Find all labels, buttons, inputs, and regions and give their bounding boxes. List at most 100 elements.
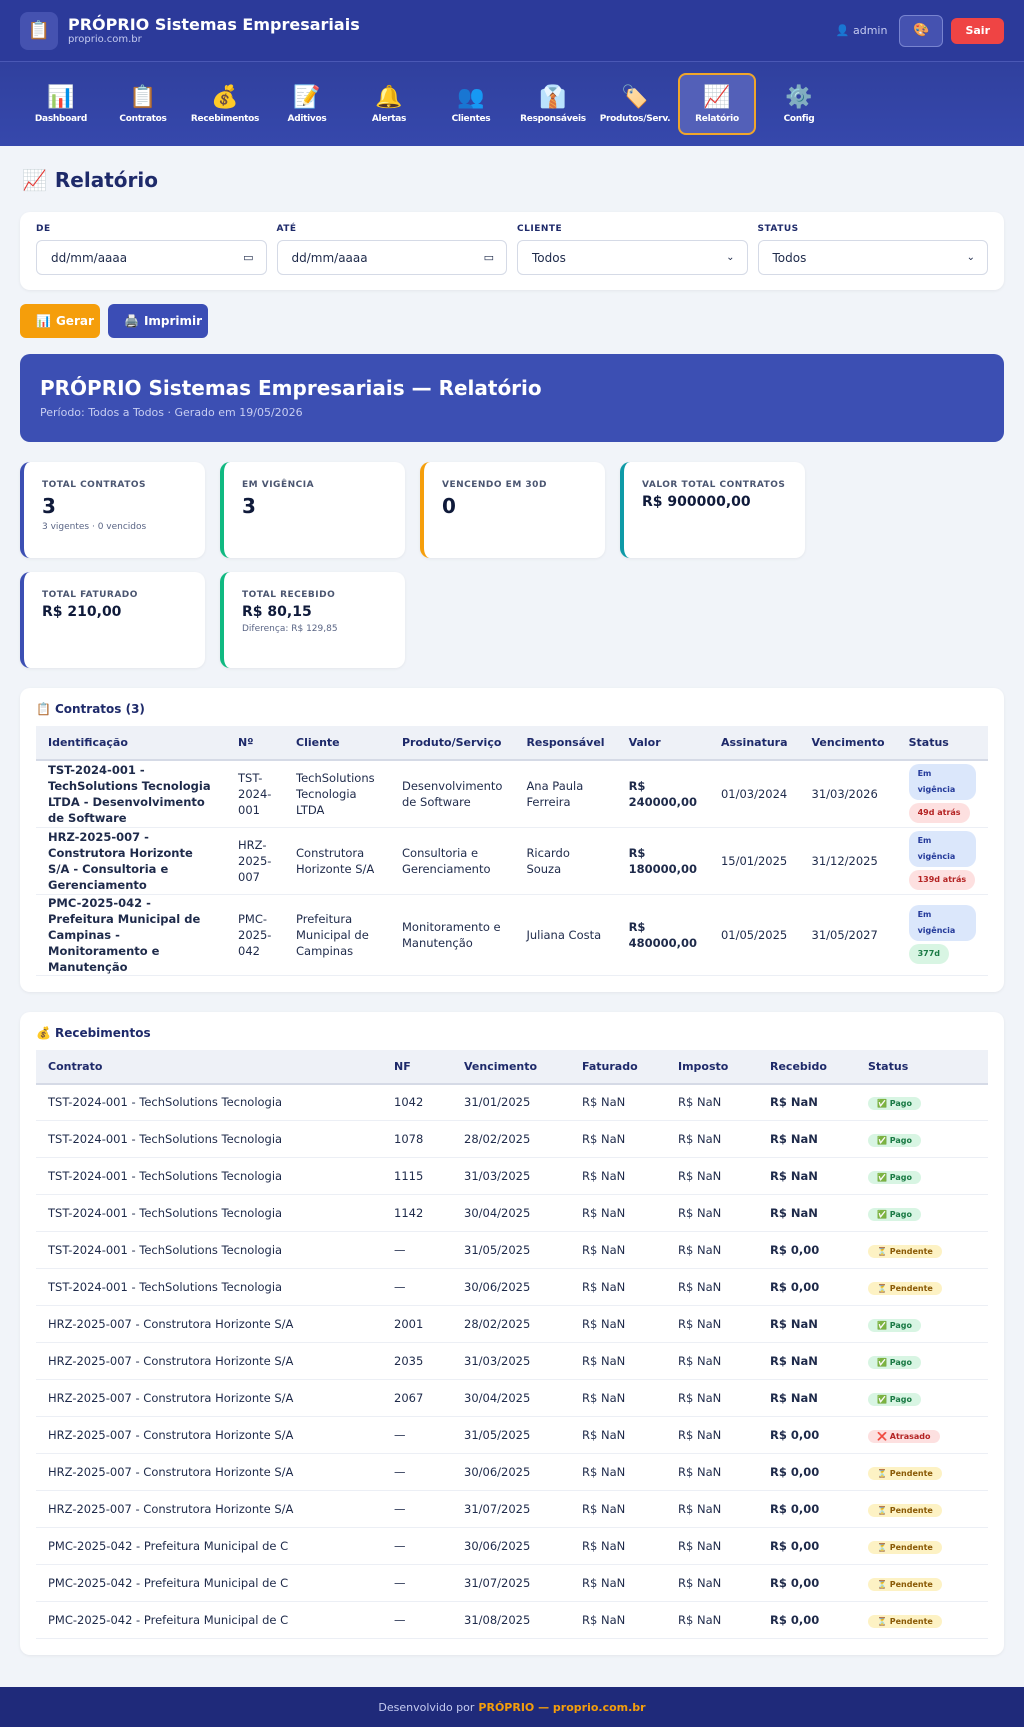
status-badge: ✅ Pago (868, 1096, 922, 1110)
receipt-venc-cell: 31/08/2025 (452, 1601, 570, 1639)
contracts-col-header[interactable]: Assinatura (708, 726, 800, 761)
nav-item-label: Config (783, 114, 815, 124)
nav-item-clientes[interactable]: 👥 Clientes (430, 73, 512, 135)
receipt-imp-cell: R$ NaN (666, 1157, 758, 1195)
receipt-imp-cell: R$ NaN (666, 1120, 758, 1158)
generate-button[interactable]: 📊 Gerar (20, 304, 100, 338)
receipt-venc-cell: 31/05/2025 (452, 1416, 570, 1454)
receipt-fat-cell: R$ NaN (570, 1601, 666, 1639)
status-badge: ⏳ Pendente (868, 1503, 942, 1517)
nav-item-relatorio[interactable]: 📈 Relatório (678, 73, 756, 135)
receipt-venc-cell: 30/04/2025 (452, 1379, 570, 1417)
main-nav: 📊 Dashboard 📋 Contratos 💰 Recebimentos 📝 Aditiv… (0, 62, 1024, 146)
clientes-icon: 👥 (457, 85, 485, 110)
contract-produto-cell: Consultoria e Gerenciamento (390, 827, 515, 895)
receipt-imp-cell: R$ NaN (666, 1490, 758, 1528)
receipt-nf-cell: — (382, 1231, 452, 1269)
receipts-col-header[interactable]: Contrato (36, 1049, 382, 1085)
receipts-col-header[interactable]: Faturado (570, 1049, 666, 1085)
table-row[interactable]: PMC-2025-042 - Prefeitura Municipal de C… (36, 1601, 988, 1639)
logout-button[interactable]: Sair (951, 17, 1004, 44)
contracts-col-header[interactable]: Nº (226, 726, 284, 761)
filter-ate-label: ATÉ (276, 224, 297, 234)
receipt-contrato-cell: HRZ-2025-007 - Construtora Horizonte S/A (36, 1305, 382, 1343)
table-row[interactable]: HRZ-2025-007 - Construtora Horizonte S/A… (36, 1490, 988, 1528)
status-badge: ⏳ Pendente (868, 1540, 942, 1554)
contracts-col-header[interactable]: Cliente (284, 726, 390, 761)
contracts-col-header[interactable]: Valor (616, 726, 709, 761)
calendar-icon[interactable]: ▭ (243, 251, 253, 264)
kpi-value: 0 (442, 494, 456, 518)
receipts-col-header[interactable]: Recebido (758, 1049, 856, 1085)
table-row[interactable]: TST-2024-001 - TechSolutions Tecnologia —… (36, 1268, 988, 1306)
kpi-card: TOTAL FATURADO R$ 210,00 (20, 572, 205, 668)
date-to-input[interactable]: dd/mm/aaaa ▭ (276, 240, 507, 275)
table-row[interactable]: TST-2024-001 - TechSolutions Tecnologia … (36, 760, 988, 828)
receipt-status-cell: ⏳ Pendente (856, 1601, 988, 1639)
table-row[interactable]: TST-2024-001 - TechSolutions Tecnologia 1… (36, 1120, 988, 1158)
kpi-card: VENCENDO EM 30D 0 (420, 462, 605, 558)
kpi-value: 3 (242, 494, 256, 518)
nav-item-config[interactable]: ⚙️ Config (758, 73, 840, 135)
receipt-fat-cell: R$ NaN (570, 1342, 666, 1380)
page-title-text: Relatório (54, 168, 158, 192)
table-row[interactable]: TST-2024-001 - TechSolutions Tecnologia 1… (36, 1157, 988, 1195)
contracts-col-header[interactable]: Produto/Serviço (390, 726, 515, 761)
footer-brand[interactable]: PRÓPRIO — proprio.com.br (478, 1701, 645, 1714)
calendar-icon[interactable]: ▭ (484, 251, 494, 264)
table-row[interactable]: TST-2024-001 - TechSolutions Tecnologia —… (36, 1231, 988, 1269)
print-label: Imprimir (143, 314, 203, 328)
contracts-col-header[interactable]: Status (896, 726, 988, 761)
table-row[interactable]: TST-2024-001 - TechSolutions Tecnologia 1… (36, 1083, 988, 1121)
contracts-col-header[interactable]: Identificação (36, 726, 226, 761)
contracts-col-header[interactable]: Responsável (514, 726, 617, 761)
receipts-col-header[interactable]: Status (856, 1049, 988, 1085)
table-row[interactable]: HRZ-2025-007 - Construtora Horizonte S/A… (36, 827, 988, 895)
nav-item-dashboard[interactable]: 📊 Dashboard (20, 73, 102, 135)
print-button[interactable]: 🖨️ Imprimir (108, 304, 208, 338)
table-row[interactable]: PMC-2025-042 - Prefeitura Municipal de C… (36, 1527, 988, 1565)
table-row[interactable]: HRZ-2025-007 - Construtora Horizonte S/A… (36, 1453, 988, 1491)
contract-valor-cell: R$ 240000,00 (616, 760, 709, 828)
table-row[interactable]: HRZ-2025-007 - Construtora Horizonte S/A… (36, 1342, 988, 1380)
table-row[interactable]: TST-2024-001 - TechSolutions Tecnologia 1… (36, 1194, 988, 1232)
nav-item-contratos[interactable]: 📋 Contratos (102, 73, 184, 135)
receipt-nf-cell: 2001 (382, 1305, 452, 1343)
contracts-title-text: Contratos (3) (54, 702, 145, 716)
contract-assinatura-cell: 01/05/2025 (708, 894, 800, 976)
nav-item-produtos[interactable]: 🏷️ Produtos/Serv. (594, 73, 676, 135)
dashboard-icon: 📊 (47, 85, 75, 110)
nav-item-recebimentos[interactable]: 💰 Recebimentos (184, 73, 266, 135)
receipts-col-header[interactable]: Imposto (666, 1049, 758, 1085)
brand-subtitle: proprio.com.br (68, 34, 142, 45)
receipt-imp-cell: R$ NaN (666, 1601, 758, 1639)
contracts-col-header[interactable]: Vencimento (799, 726, 897, 761)
receipts-col-header[interactable]: Vencimento (452, 1049, 570, 1085)
due-badge: 49d atrás (908, 803, 970, 824)
nav-item-responsaveis[interactable]: 👔 Responsáveis (512, 73, 594, 135)
receipt-contrato-cell: PMC-2025-042 - Prefeitura Municipal de C (36, 1564, 382, 1602)
receipt-contrato-cell: TST-2024-001 - TechSolutions Tecnologia (36, 1083, 382, 1121)
kpi-label: TOTAL FATURADO (42, 590, 138, 600)
table-row[interactable]: HRZ-2025-007 - Construtora Horizonte S/A… (36, 1379, 988, 1417)
nav-item-label: Produtos/Serv. (599, 114, 671, 124)
produtos-icon: 🏷️ (621, 85, 649, 110)
nav-item-alertas[interactable]: 🔔 Alertas (348, 73, 430, 135)
date-from-input[interactable]: dd/mm/aaaa ▭ (36, 240, 267, 275)
receipt-nf-cell: — (382, 1601, 452, 1639)
config-icon: ⚙️ (785, 85, 813, 110)
receipt-rec-cell: R$ 0,00 (758, 1490, 856, 1528)
client-select[interactable]: Todos ⌄ (517, 240, 748, 275)
kpi-note: Diferença: R$ 129,85 (242, 624, 338, 634)
nav-item-aditivos[interactable]: 📝 Aditivos (266, 73, 348, 135)
table-row[interactable]: HRZ-2025-007 - Construtora Horizonte S/A… (36, 1305, 988, 1343)
theme-toggle-button[interactable]: 🎨 (899, 14, 944, 47)
user-name: admin (852, 24, 888, 37)
table-row[interactable]: PMC-2025-042 - Prefeitura Municipal de C… (36, 1564, 988, 1602)
table-row[interactable]: HRZ-2025-007 - Construtora Horizonte S/A… (36, 1416, 988, 1454)
table-row[interactable]: PMC-2025-042 - Prefeitura Municipal de C… (36, 894, 988, 976)
status-select[interactable]: Todos ⌄ (757, 240, 988, 275)
contract-vencimento-cell: 31/05/2027 (799, 894, 897, 976)
receipt-contrato-cell: HRZ-2025-007 - Construtora Horizonte S/A (36, 1379, 382, 1417)
receipts-col-header[interactable]: NF (382, 1049, 452, 1085)
